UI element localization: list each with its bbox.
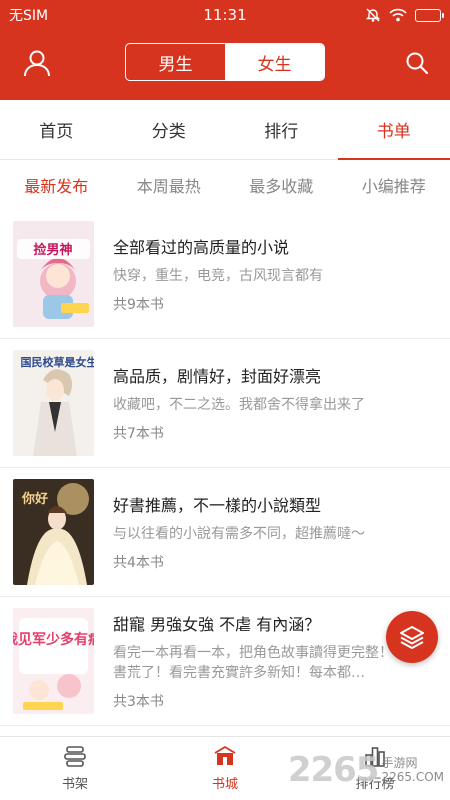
status-bar: 无SIM 11:31 [0, 0, 450, 30]
book-info: 高品质，剧情好，封面好漂亮 收藏吧，不二之选。我都舍不得拿出来了 共7本书 [113, 363, 434, 443]
book-cover: 捡男神 [13, 221, 94, 327]
cover-title-text: 国民校草是女生 [21, 355, 95, 369]
list-item[interactable]: 我见军少多有病 甜寵 男強女強 不虐 有內涵？ 看完一本再看一本，把角色故事讀得… [0, 597, 450, 726]
female-tab[interactable]: 女生 [225, 44, 324, 80]
cover-title-text: 我见军少多有病 [13, 631, 94, 648]
watermark-number: 2265 [287, 750, 380, 790]
booklist-count: 共3本书 [113, 694, 164, 710]
layers-icon [400, 626, 424, 649]
book-cover: 你好 [13, 479, 94, 585]
sub-tabs: 最新发布 本周最热 最多收藏 小编推荐 [0, 160, 450, 210]
subtab-weekly-hot[interactable]: 本周最热 [113, 173, 226, 197]
battery-icon [415, 8, 444, 22]
book-list: 捡男神 全部看过的高质量的小说 快穿，重生，电竞，古风现言都有 共9本书 国民校… [0, 210, 450, 736]
bookstore-icon [214, 745, 236, 765]
subtab-editor-picks[interactable]: 小编推荐 [338, 173, 450, 197]
booklist-desc: 收藏吧，不二之选。我都舍不得拿出来了 [113, 397, 365, 413]
wifi-icon [389, 8, 407, 22]
tab-ranking[interactable]: 排行 [225, 100, 338, 159]
nav-label: 书架 [61, 777, 88, 792]
booklist-desc: 快穿，重生，电竞，古风现言都有 [113, 268, 323, 284]
tab-category[interactable]: 分类 [113, 100, 226, 159]
app-bar: 男生 女生 [0, 30, 450, 100]
status-icons [365, 7, 444, 23]
list-item[interactable]: 捡男神 全部看过的高质量的小说 快穿，重生，电竞，古风现言都有 共9本书 [0, 210, 450, 339]
book-info: 好書推薦，不一樣的小說類型 与以往看的小說有需多不同，超推薦噠～ 共4本书 [113, 492, 434, 572]
user-icon[interactable] [22, 48, 52, 78]
header: 无SIM 11:31 男生 女生 [0, 0, 450, 100]
booklist-desc: 与以往看的小說有需多不同，超推薦噠～ [113, 526, 365, 542]
nav-label: 书城 [211, 777, 238, 792]
booklist-count: 共4本书 [113, 555, 164, 571]
gender-toggle: 男生 女生 [125, 43, 325, 81]
alarm-off-icon [365, 8, 381, 22]
search-icon[interactable] [404, 50, 430, 76]
list-item[interactable]: 国民校草是女生 高品质，剧情好，封面好漂亮 收藏吧，不二之选。我都舍不得拿出来了… [0, 339, 450, 468]
subtab-most-saved[interactable]: 最多收藏 [225, 173, 338, 197]
main-tabs: 首页 分类 排行 书单 [0, 100, 450, 160]
nav-bookstore[interactable]: 书城 [150, 737, 300, 800]
watermark-logo: 2265 手游网 2265.COM [288, 750, 444, 790]
carrier-label: 无SIM [9, 8, 49, 24]
book-cover: 我见军少多有病 [13, 608, 94, 714]
booklist-count: 共9本书 [113, 297, 164, 313]
booklist-desc: 看完一本再看一本，把角色故事讀得更完整！不怕書荒了！看完書充實許多新知！每本都… [113, 645, 421, 681]
booklist-count: 共7本书 [113, 426, 164, 442]
tab-booklist[interactable]: 书单 [337, 100, 450, 160]
watermark-text: 手游网 2265.COM [381, 756, 444, 784]
clock: 11:31 [203, 6, 247, 24]
cover-title-text: 捡男神 [33, 242, 72, 258]
book-info: 全部看过的高质量的小说 快穿，重生，电竞，古风现言都有 共9本书 [113, 234, 434, 314]
booklist-title: 高品质，剧情好，封面好漂亮 [113, 367, 322, 386]
watermark-cn: 手游网 [381, 756, 418, 770]
book-cover: 国民校草是女生 [13, 350, 94, 456]
book-info: 甜寵 男強女強 不虐 有內涵？ 看完一本再看一本，把角色故事讀得更完整！不怕書荒… [113, 611, 434, 711]
subtab-latest[interactable]: 最新发布 [0, 173, 113, 197]
male-tab[interactable]: 男生 [126, 44, 225, 80]
list-item[interactable]: 你好 好書推薦，不一樣的小說類型 与以往看的小說有需多不同，超推薦噠～ 共4本书 [0, 468, 450, 597]
tab-home[interactable]: 首页 [0, 100, 113, 159]
booklist-title: 好書推薦，不一樣的小說類型 [113, 496, 322, 515]
floating-action-button[interactable] [386, 611, 438, 663]
booklist-title: 全部看过的高质量的小说 [113, 238, 290, 257]
watermark-en: 2265.COM [381, 770, 444, 784]
nav-bookshelf[interactable]: 书架 [0, 737, 150, 800]
cover-title-text: 你好 [21, 491, 48, 507]
bookshelf-icon [64, 746, 86, 767]
